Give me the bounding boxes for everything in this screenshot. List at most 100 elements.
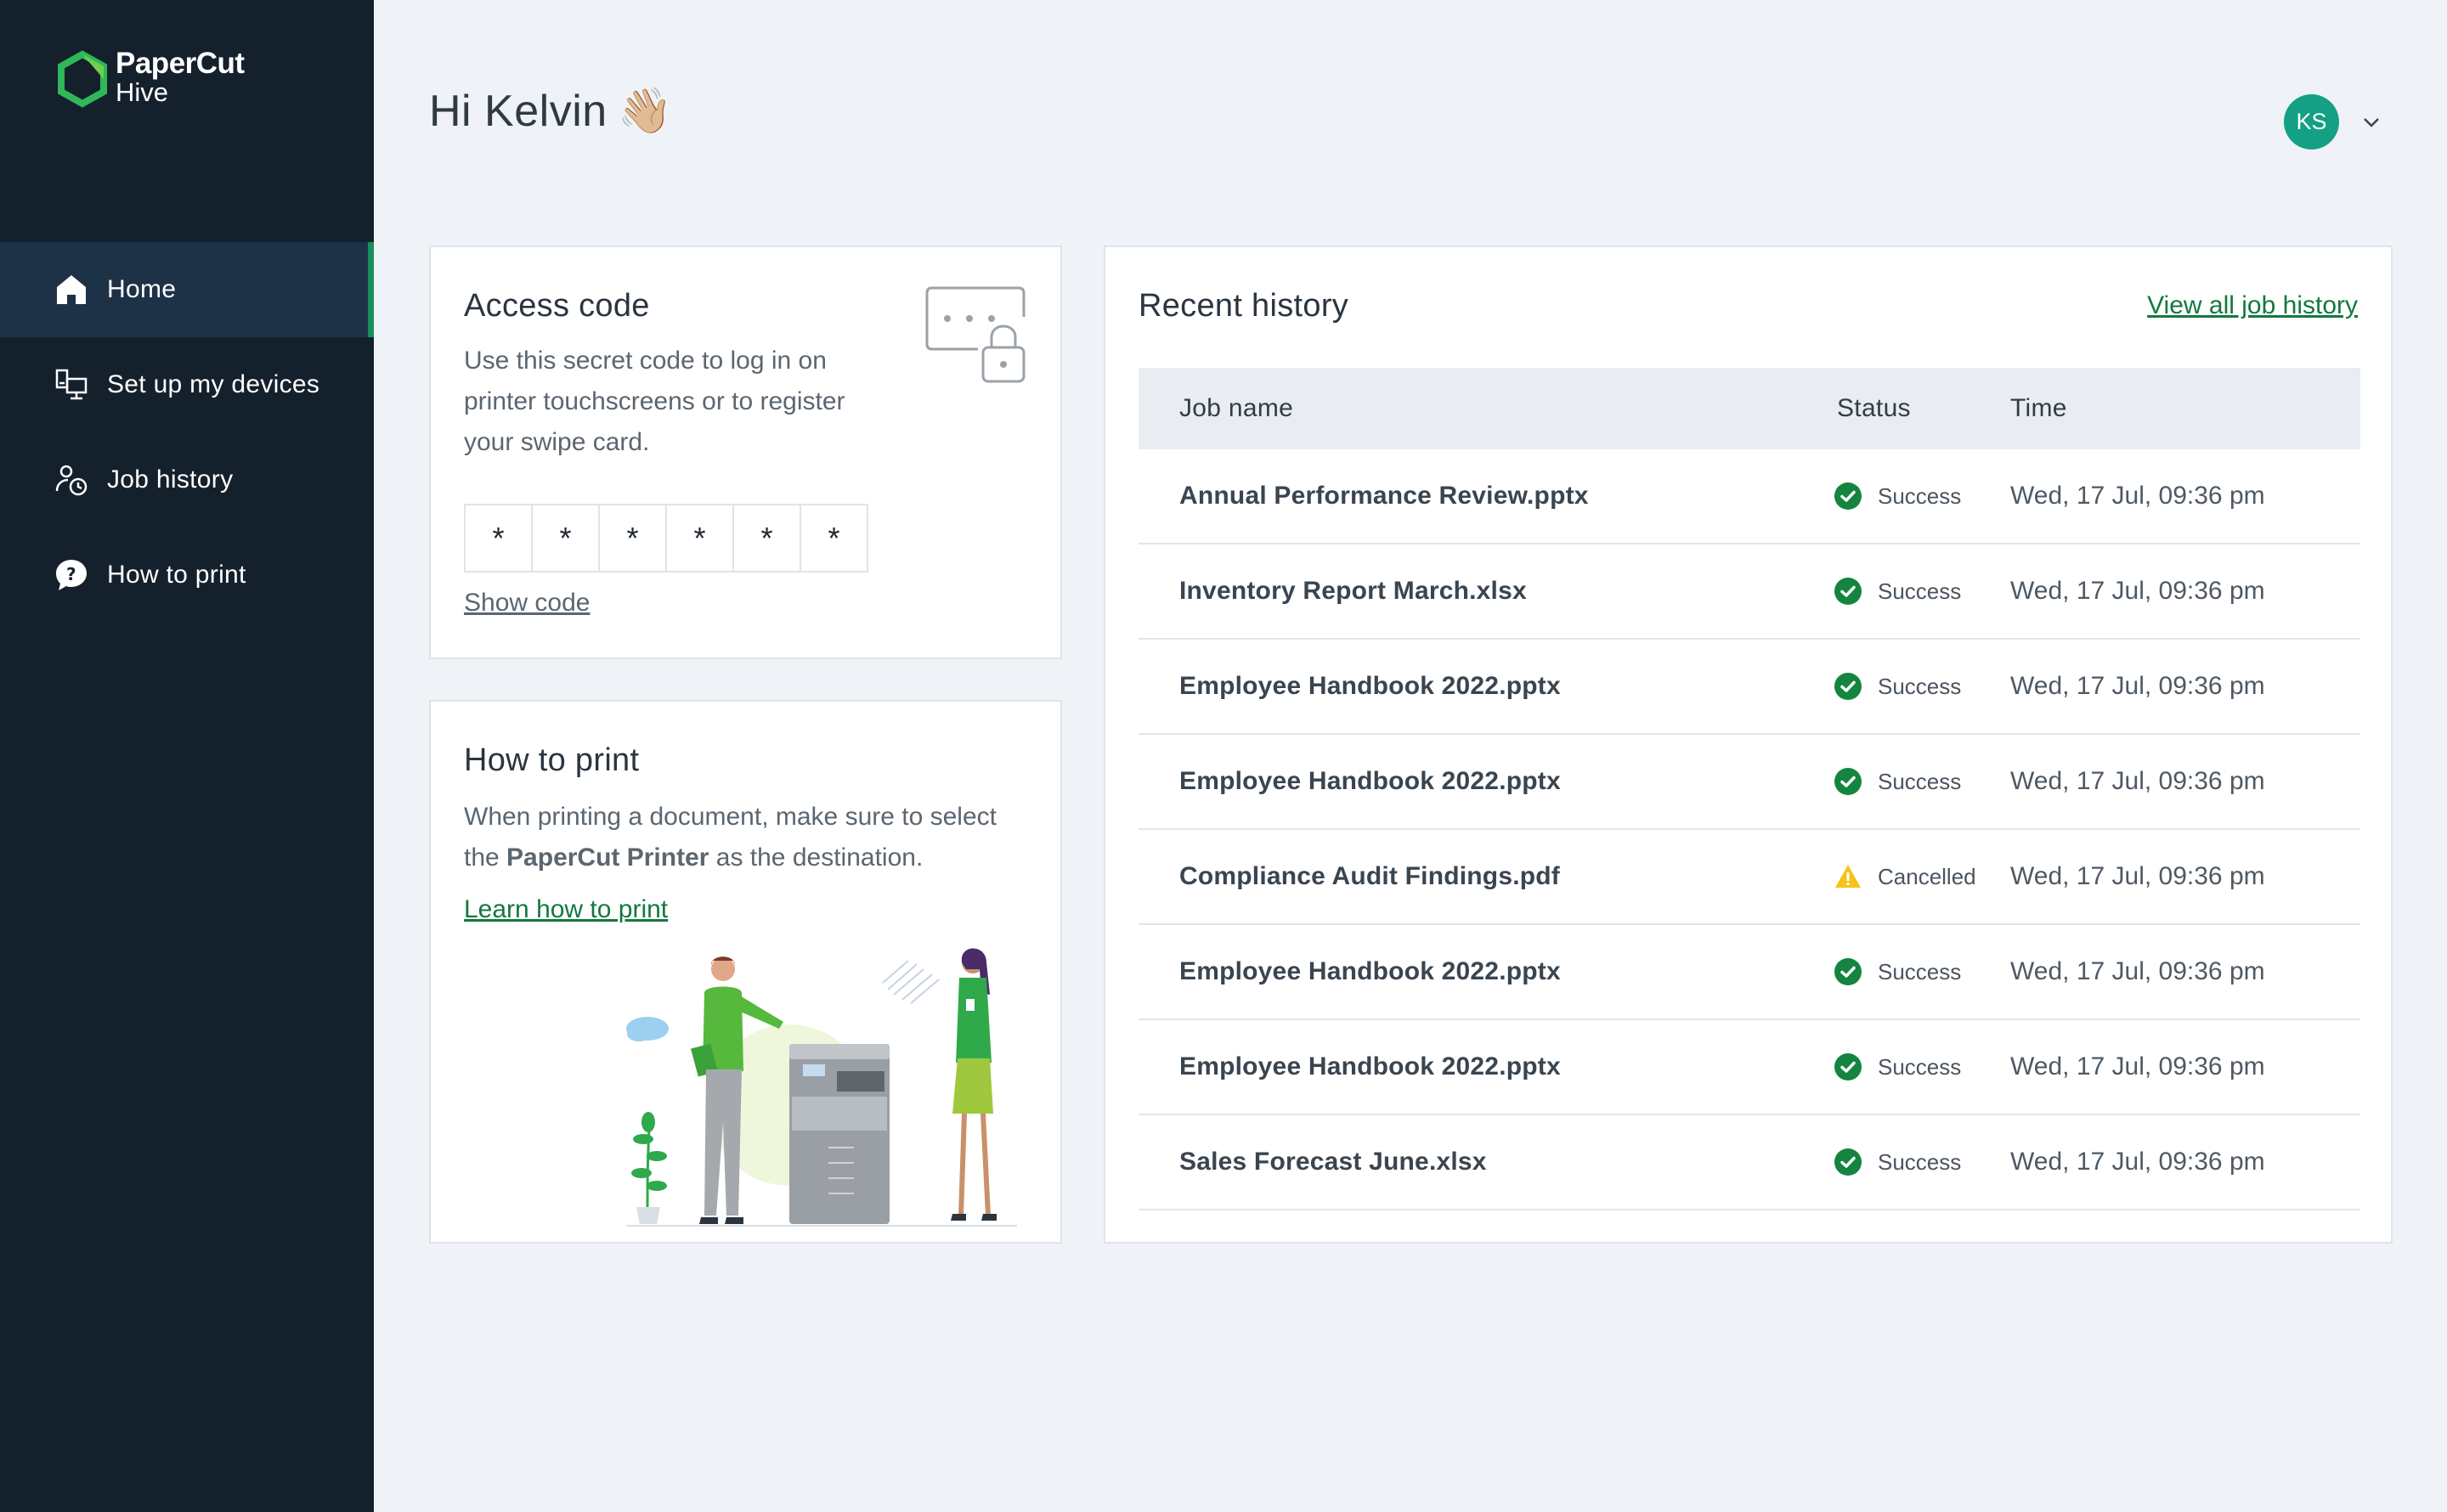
- home-icon: [53, 271, 90, 308]
- job-name[interactable]: Sales Forecast June.xlsx: [1139, 1148, 1789, 1176]
- sidebar-item-how-to-print[interactable]: ? How to print: [0, 528, 374, 623]
- table-row[interactable]: Compliance Audit Findings.pdf Cancelled We…: [1139, 830, 2360, 925]
- access-code-title: Access code: [464, 288, 650, 324]
- job-status: Success: [1789, 1148, 2007, 1176]
- learn-how-to-print-link[interactable]: Learn how to print: [464, 895, 668, 924]
- table-body: Annual Performance Review.pptx Success Wed…: [1139, 449, 2360, 1210]
- sidebar-item-label: Home: [107, 275, 177, 303]
- table-row[interactable]: Employee Handbook 2022.pptx Success Wed, 1…: [1139, 735, 2360, 830]
- table-row[interactable]: Employee Handbook 2022.pptx Success Wed, 1…: [1139, 1020, 2360, 1115]
- table-row[interactable]: Inventory Report March.xlsx Success Wed, 1…: [1139, 544, 2360, 640]
- job-name[interactable]: Employee Handbook 2022.pptx: [1139, 767, 1789, 796]
- job-status: Success: [1789, 482, 2007, 511]
- code-digit: *: [800, 504, 868, 573]
- job-status-label: Cancelled: [1878, 863, 1976, 889]
- access-code-description: Use this secret code to log in on printe…: [464, 347, 845, 456]
- table-row[interactable]: Sales Forecast June.xlsx Success Wed, 17 J…: [1139, 1115, 2360, 1210]
- how-to-print-card: How to print When printing a document, m…: [429, 700, 1062, 1244]
- show-code-link[interactable]: Show code: [464, 589, 590, 618]
- recent-history-title: Recent history: [1139, 288, 1349, 324]
- job-status-label: Success: [1878, 768, 1962, 794]
- job-name[interactable]: Employee Handbook 2022.pptx: [1139, 957, 1789, 986]
- how-to-print-description: When printing a document, make sure to s…: [464, 797, 1025, 878]
- job-name[interactable]: Inventory Report March.xlsx: [1139, 577, 1789, 606]
- job-time: Wed, 17 Jul, 09:36 pm: [2010, 672, 2265, 700]
- column-header-status: Status: [1837, 394, 1911, 422]
- column-header-job-name: Job name: [1179, 394, 1294, 422]
- password-lock-icon: [925, 286, 1026, 383]
- success-check-icon: [1834, 768, 1862, 795]
- code-digit: *: [531, 504, 600, 573]
- view-all-job-history-link[interactable]: View all job history: [2147, 291, 2358, 320]
- job-time: Wed, 17 Jul, 09:36 pm: [2010, 957, 2265, 985]
- job-name[interactable]: Compliance Audit Findings.pdf: [1139, 862, 1789, 891]
- history-table: Job name Status Time Annual Performance …: [1139, 368, 2360, 1210]
- job-time: Wed, 17 Jul, 09:36 pm: [2010, 482, 2265, 510]
- column-header-time: Time: [2010, 394, 2067, 422]
- code-digit: *: [732, 504, 801, 573]
- job-time: Wed, 17 Jul, 09:36 pm: [2010, 862, 2265, 890]
- success-check-icon: [1834, 958, 1862, 985]
- help-icon: ?: [53, 556, 90, 594]
- printing-illustration: [626, 948, 1017, 1227]
- table-row[interactable]: Employee Handbook 2022.pptx Success Wed, 1…: [1139, 925, 2360, 1020]
- waving-hand-emoji: 👋🏼: [617, 87, 673, 136]
- job-status-label: Success: [1878, 1053, 1962, 1080]
- job-status: Success: [1789, 672, 2007, 701]
- papercut-hive-logo[interactable]: PaperCut Hive: [53, 47, 245, 109]
- job-status: Success: [1789, 1052, 2007, 1081]
- description-text: as the destination.: [709, 843, 924, 872]
- brand-name: PaperCut: [116, 47, 245, 80]
- job-time: Wed, 17 Jul, 09:36 pm: [2010, 577, 2265, 605]
- chevron-down-icon[interactable]: [2359, 110, 2383, 134]
- sidebar-nav: Home Set up my devices Job history ? How…: [0, 242, 374, 623]
- code-digit: *: [665, 504, 734, 573]
- job-time: Wed, 17 Jul, 09:36 pm: [2010, 767, 2265, 795]
- sidebar-item-job-history[interactable]: Job history: [0, 432, 374, 528]
- job-status: Cancelled: [1789, 862, 2007, 891]
- page-title: Hi Kelvin: [429, 86, 608, 136]
- devices-icon: [53, 366, 90, 403]
- warning-icon: [1835, 865, 1861, 888]
- job-history-icon: [53, 461, 90, 499]
- job-name[interactable]: Employee Handbook 2022.pptx: [1139, 672, 1789, 701]
- sidebar-item-label: Job history: [107, 465, 234, 494]
- table-row[interactable]: Employee Handbook 2022.pptx Success Wed, 1…: [1139, 640, 2360, 735]
- avatar[interactable]: KS: [2284, 94, 2339, 150]
- how-to-print-title: How to print: [464, 742, 640, 778]
- job-time: Wed, 17 Jul, 09:36 pm: [2010, 1148, 2265, 1176]
- access-code-digits: * * * * * *: [464, 504, 868, 573]
- printer-name: PaperCut Printer: [506, 843, 709, 872]
- job-time: Wed, 17 Jul, 09:36 pm: [2010, 1052, 2265, 1080]
- access-code-card: Access code Use this secret code to log …: [429, 245, 1062, 659]
- job-status-label: Success: [1878, 958, 1962, 984]
- sidebar-item-label: How to print: [107, 561, 246, 589]
- success-check-icon: [1834, 1053, 1862, 1080]
- job-status-label: Success: [1878, 482, 1962, 509]
- table-header: Job name Status Time: [1139, 368, 2360, 449]
- job-name[interactable]: Annual Performance Review.pptx: [1139, 482, 1789, 511]
- success-check-icon: [1834, 578, 1862, 605]
- recent-history-card: Recent history View all job history Job …: [1104, 245, 2393, 1244]
- sidebar: PaperCut Hive Home Set up my devices Job…: [0, 0, 374, 1512]
- job-status-label: Success: [1878, 1148, 1962, 1175]
- job-status-label: Success: [1878, 673, 1962, 699]
- sidebar-item-devices[interactable]: Set up my devices: [0, 337, 374, 432]
- success-check-icon: [1834, 1148, 1862, 1176]
- svg-text:?: ?: [66, 564, 76, 584]
- job-status: Success: [1789, 767, 2007, 796]
- table-row[interactable]: Annual Performance Review.pptx Success Wed…: [1139, 449, 2360, 544]
- job-name[interactable]: Employee Handbook 2022.pptx: [1139, 1052, 1789, 1081]
- brand-product: Hive: [116, 77, 169, 107]
- hexagon-logo-icon: [58, 50, 107, 108]
- user-menu[interactable]: KS: [2284, 94, 2383, 150]
- success-check-icon: [1834, 482, 1862, 510]
- success-check-icon: [1834, 673, 1862, 700]
- code-digit: *: [598, 504, 667, 573]
- sidebar-item-home[interactable]: Home: [0, 242, 374, 337]
- greeting: Hi Kelvin 👋🏼: [429, 85, 672, 137]
- sidebar-item-label: Set up my devices: [107, 370, 320, 398]
- job-status: Success: [1789, 957, 2007, 986]
- code-digit: *: [464, 504, 533, 573]
- job-status-label: Success: [1878, 578, 1962, 604]
